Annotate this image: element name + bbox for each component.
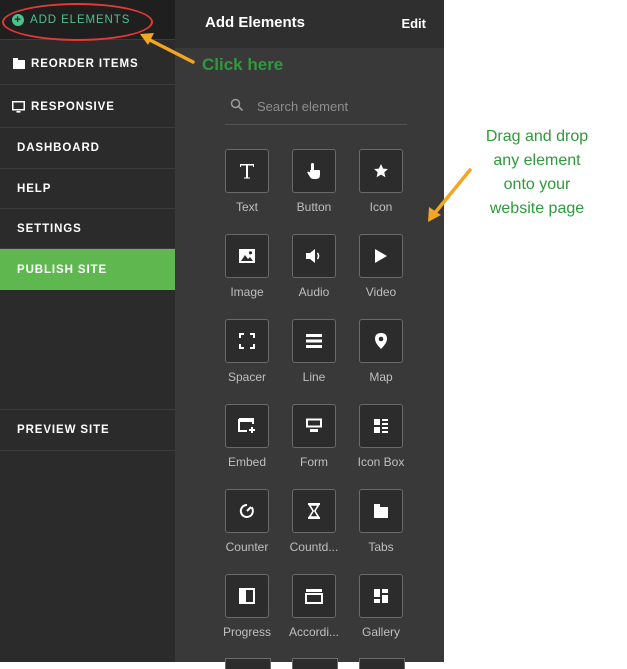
- drag-drop-annotation: Drag and drop any element onto your webs…: [462, 125, 612, 221]
- speaker-icon: [292, 234, 336, 278]
- element-label: Map: [369, 370, 393, 384]
- search-icon: [230, 98, 244, 112]
- help-label: HELP: [17, 182, 52, 195]
- accordion-icon: [292, 574, 336, 618]
- search-bar: [225, 90, 409, 125]
- gallery-icon: [359, 574, 403, 618]
- element-tile-form[interactable]: Form: [279, 404, 349, 484]
- preview-site-button[interactable]: PREVIEW SITE: [0, 409, 175, 451]
- icon-box-icon: [359, 404, 403, 448]
- element-tile-spacer[interactable]: Spacer: [212, 319, 282, 399]
- element-tile-video[interactable]: Video: [346, 234, 416, 314]
- click-here-annotation: Click here: [202, 55, 284, 74]
- element-tile-button[interactable]: Button: [279, 149, 349, 229]
- element-tile-partial: [359, 658, 405, 669]
- element-tile-partial: [225, 658, 271, 669]
- map-pin-icon: [359, 319, 403, 363]
- publish-site-button[interactable]: PUBLISH SITE: [0, 249, 175, 290]
- monitor-icon: [12, 100, 25, 113]
- drag-line: Drag and drop: [485, 128, 589, 145]
- element-label: Gallery: [361, 625, 400, 639]
- edit-button[interactable]: Edit: [401, 16, 426, 31]
- panel-title: Add Elements: [205, 14, 306, 31]
- folder-icon: [13, 58, 25, 69]
- form-icon: [292, 404, 336, 448]
- settings-label: SETTINGS: [17, 222, 82, 235]
- embed-icon: [225, 404, 269, 448]
- element-tile-tabs[interactable]: Tabs: [346, 489, 416, 569]
- reorder-items-button[interactable]: REORDER ITEMS: [0, 43, 175, 85]
- responsive-button[interactable]: RESPONSIVE: [0, 86, 175, 128]
- highlight-oval: [2, 3, 153, 41]
- drag-line: website page: [489, 200, 585, 217]
- help-button[interactable]: HELP: [0, 169, 175, 209]
- element-tile-icon[interactable]: Icon: [346, 149, 416, 229]
- image-icon: [225, 234, 269, 278]
- element-label: Icon Box: [357, 455, 405, 469]
- search-input[interactable]: [255, 95, 409, 117]
- reorder-items-label: REORDER ITEMS: [31, 57, 139, 70]
- tabs-icon: [359, 489, 403, 533]
- dashboard-label: DASHBOARD: [17, 142, 100, 154]
- settings-button[interactable]: SETTINGS: [0, 209, 175, 249]
- element-tile-audio[interactable]: Audio: [279, 234, 349, 314]
- preview-site-label: PREVIEW SITE: [17, 424, 110, 436]
- add-elements-panel: Add Elements Edit Text Button Icon Image: [175, 0, 444, 669]
- line-icon: [292, 319, 336, 363]
- spacer-icon: [225, 319, 269, 363]
- star-icon: [359, 149, 403, 193]
- hourglass-icon: [292, 489, 336, 533]
- element-tile-icon-box[interactable]: Icon Box: [346, 404, 416, 484]
- element-tile-line[interactable]: Line: [279, 319, 349, 399]
- text-icon: [225, 149, 269, 193]
- element-tile-embed[interactable]: Embed: [212, 404, 282, 484]
- progress-icon: [225, 574, 269, 618]
- drag-line: onto your: [503, 176, 571, 193]
- element-label: Icon: [369, 200, 393, 214]
- pointer-hand-icon: [292, 149, 336, 193]
- element-tile-partial: [292, 658, 338, 669]
- dashboard-button[interactable]: DASHBOARD: [0, 128, 175, 169]
- element-tile-accordion[interactable]: Accordi...: [279, 574, 349, 654]
- responsive-label: RESPONSIVE: [31, 100, 115, 113]
- element-tile-map[interactable]: Map: [346, 319, 416, 399]
- play-icon: [359, 234, 403, 278]
- element-tile-gallery[interactable]: Gallery: [346, 574, 416, 654]
- element-label: Tabs: [368, 540, 394, 554]
- element-label: Video: [365, 285, 397, 299]
- element-tile-image[interactable]: Image: [212, 234, 282, 314]
- left-sidebar: + ADD ELEMENTS REORDER ITEMS RESPONSIVE …: [0, 0, 175, 662]
- drag-line: any element: [493, 152, 581, 169]
- counter-icon: [225, 489, 269, 533]
- element-tile-progress[interactable]: Progress: [212, 574, 282, 654]
- element-tile-countdown[interactable]: Countd...: [279, 489, 349, 569]
- publish-site-label: PUBLISH SITE: [17, 263, 108, 276]
- element-tile-text[interactable]: Text: [212, 149, 282, 229]
- element-tile-counter[interactable]: Counter: [212, 489, 282, 569]
- panel-header: Add Elements Edit: [175, 0, 444, 48]
